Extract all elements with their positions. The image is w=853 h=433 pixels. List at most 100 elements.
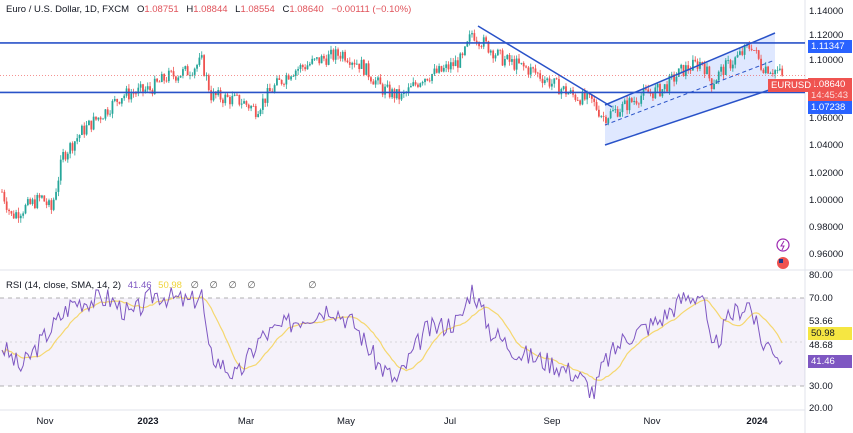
candle-body: [630, 98, 633, 102]
candle-body: [57, 180, 60, 192]
candle-body: [229, 97, 231, 105]
candle-body: [266, 88, 269, 103]
candle-body: [706, 66, 708, 75]
candle-body: [102, 118, 104, 120]
na-value: ∅: [209, 280, 218, 291]
candle-body: [184, 66, 187, 70]
candle-body: [339, 55, 342, 59]
rsi-value-tag: 41.46: [808, 355, 852, 368]
candle-body: [327, 54, 330, 65]
time-tick: Jul: [443, 416, 457, 427]
candle-body: [506, 54, 509, 59]
candle-body: [330, 49, 332, 55]
rsi-title[interactable]: RSI (14, close, SMA, 14, 2): [6, 280, 121, 291]
candle-body: [393, 89, 396, 99]
chart-window[interactable]: Euro / U.S. Dollar, 1D, FXCM O1.08751 H1…: [0, 0, 853, 433]
candle-body: [247, 104, 250, 109]
candle-body: [511, 59, 513, 62]
candle-body: [372, 81, 375, 85]
candle-body: [367, 63, 370, 78]
chart-canvas[interactable]: [0, 0, 853, 433]
last-price-tag: 1.08640 14:45:43: [808, 78, 852, 103]
candle-body: [501, 50, 504, 66]
open-value: 1.08751: [144, 4, 179, 15]
candle-body: [73, 141, 76, 151]
candle-body: [139, 84, 142, 88]
candle-body: [179, 75, 182, 78]
candle-body: [492, 50, 495, 59]
candle-body: [475, 40, 478, 43]
candle-body: [682, 64, 685, 76]
candle-body: [243, 101, 245, 104]
candle-body: [727, 60, 730, 61]
candle-body: [419, 83, 422, 87]
candle-body: [231, 95, 234, 105]
time-tick: May: [337, 416, 355, 427]
candle-body: [652, 93, 654, 99]
candle-body: [525, 66, 527, 68]
candle-body: [290, 76, 292, 80]
candle-body: [365, 63, 368, 75]
candle-body: [410, 85, 412, 88]
candle-body: [24, 205, 27, 214]
candle-body: [313, 58, 316, 60]
candle-body: [311, 58, 314, 64]
candle-body: [99, 117, 102, 120]
candle-body: [457, 60, 459, 68]
candle-body: [635, 100, 638, 104]
candle-body: [149, 86, 151, 91]
symbol-legend: Euro / U.S. Dollar, 1D, FXCM O1.08751 H1…: [6, 4, 411, 15]
candle-body: [240, 103, 243, 105]
candle-body: [97, 117, 100, 120]
candle-body: [116, 98, 119, 102]
candle-body: [527, 67, 530, 75]
candle-body: [344, 51, 346, 61]
rsi-tick: 70.00: [809, 293, 833, 304]
time-tick: Sep: [543, 416, 561, 427]
candle-body: [170, 70, 173, 72]
candle-body: [156, 78, 158, 82]
candle-body: [736, 54, 739, 58]
candle-body: [504, 58, 506, 66]
candle-body: [473, 33, 476, 41]
candle-body: [776, 69, 779, 71]
candle-body: [10, 211, 13, 214]
candle-body: [377, 77, 379, 81]
candle-body: [31, 199, 34, 205]
candle-body: [45, 201, 48, 206]
candle-body: [541, 78, 544, 84]
candle-body: [224, 94, 227, 104]
candle-body: [257, 114, 260, 118]
candle-body: [318, 57, 321, 64]
candle-body: [459, 53, 462, 68]
candle-body: [351, 62, 354, 65]
candle-body: [461, 53, 464, 56]
candle-body: [64, 152, 67, 160]
candle-body: [626, 100, 628, 111]
rsi-sma-value: 50.98: [158, 280, 182, 291]
candle-body: [306, 65, 309, 70]
last-price: 1.08640: [811, 79, 846, 90]
candle-body: [499, 49, 502, 51]
candle-body: [358, 63, 361, 70]
candle-body: [316, 57, 318, 59]
candle-body: [649, 93, 652, 95]
price-tick: 1.00000: [809, 195, 844, 206]
candle-body: [22, 213, 25, 216]
symbol-tag: EURUSD: [768, 79, 815, 92]
candle-body: [508, 54, 511, 62]
candle-body: [92, 116, 95, 130]
candle-body: [276, 78, 278, 86]
candle-body: [175, 76, 177, 81]
candle-body: [370, 77, 372, 82]
candle-body: [200, 55, 203, 58]
symbol-title[interactable]: Euro / U.S. Dollar, 1D, FXCM: [6, 4, 129, 15]
candle-body: [182, 69, 184, 76]
candle-body: [546, 78, 549, 81]
candle-body: [363, 59, 365, 75]
lightning-glyph-icon: [780, 240, 785, 251]
price-tick: 0.98000: [809, 222, 844, 233]
candle-body: [431, 74, 433, 81]
candle-body: [464, 46, 466, 56]
candle-body: [496, 49, 499, 56]
